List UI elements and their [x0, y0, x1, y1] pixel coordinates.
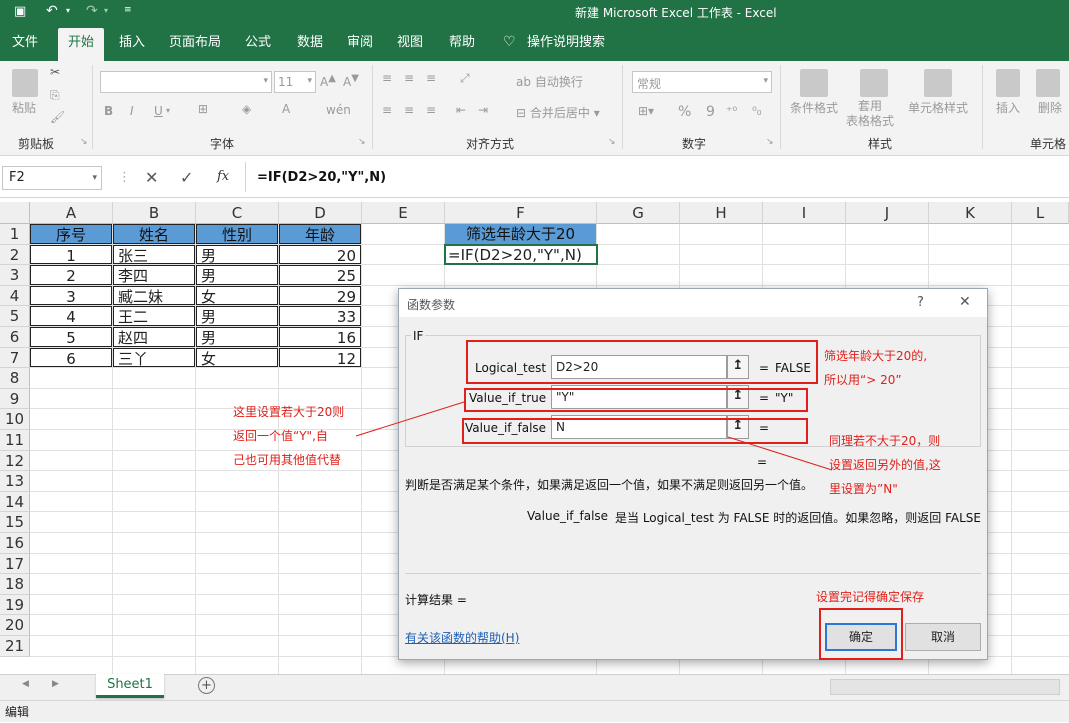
sheet-tab-sheet1[interactable]: Sheet1: [96, 674, 164, 698]
next-sheet-icon[interactable]: ▶: [52, 679, 59, 689]
note-ok: 设置完记得确定保存: [816, 590, 925, 604]
status-bar: 编辑: [0, 700, 1069, 722]
horizontal-scrollbar[interactable]: [830, 679, 1060, 695]
true-note-leader: [355, 401, 465, 437]
status-mode: 编辑: [5, 705, 30, 719]
note-value-if-false: 同理若不大于20，则 设置返回另外的值,这 里设置为”N": [829, 434, 941, 496]
false-note-leader: [727, 436, 833, 471]
note-logical-test: 筛选年龄大于20的, 所以用“> 20”: [824, 349, 928, 387]
prev-sheet-icon[interactable]: ◀: [22, 679, 29, 689]
add-sheet-icon[interactable]: +: [198, 677, 215, 694]
